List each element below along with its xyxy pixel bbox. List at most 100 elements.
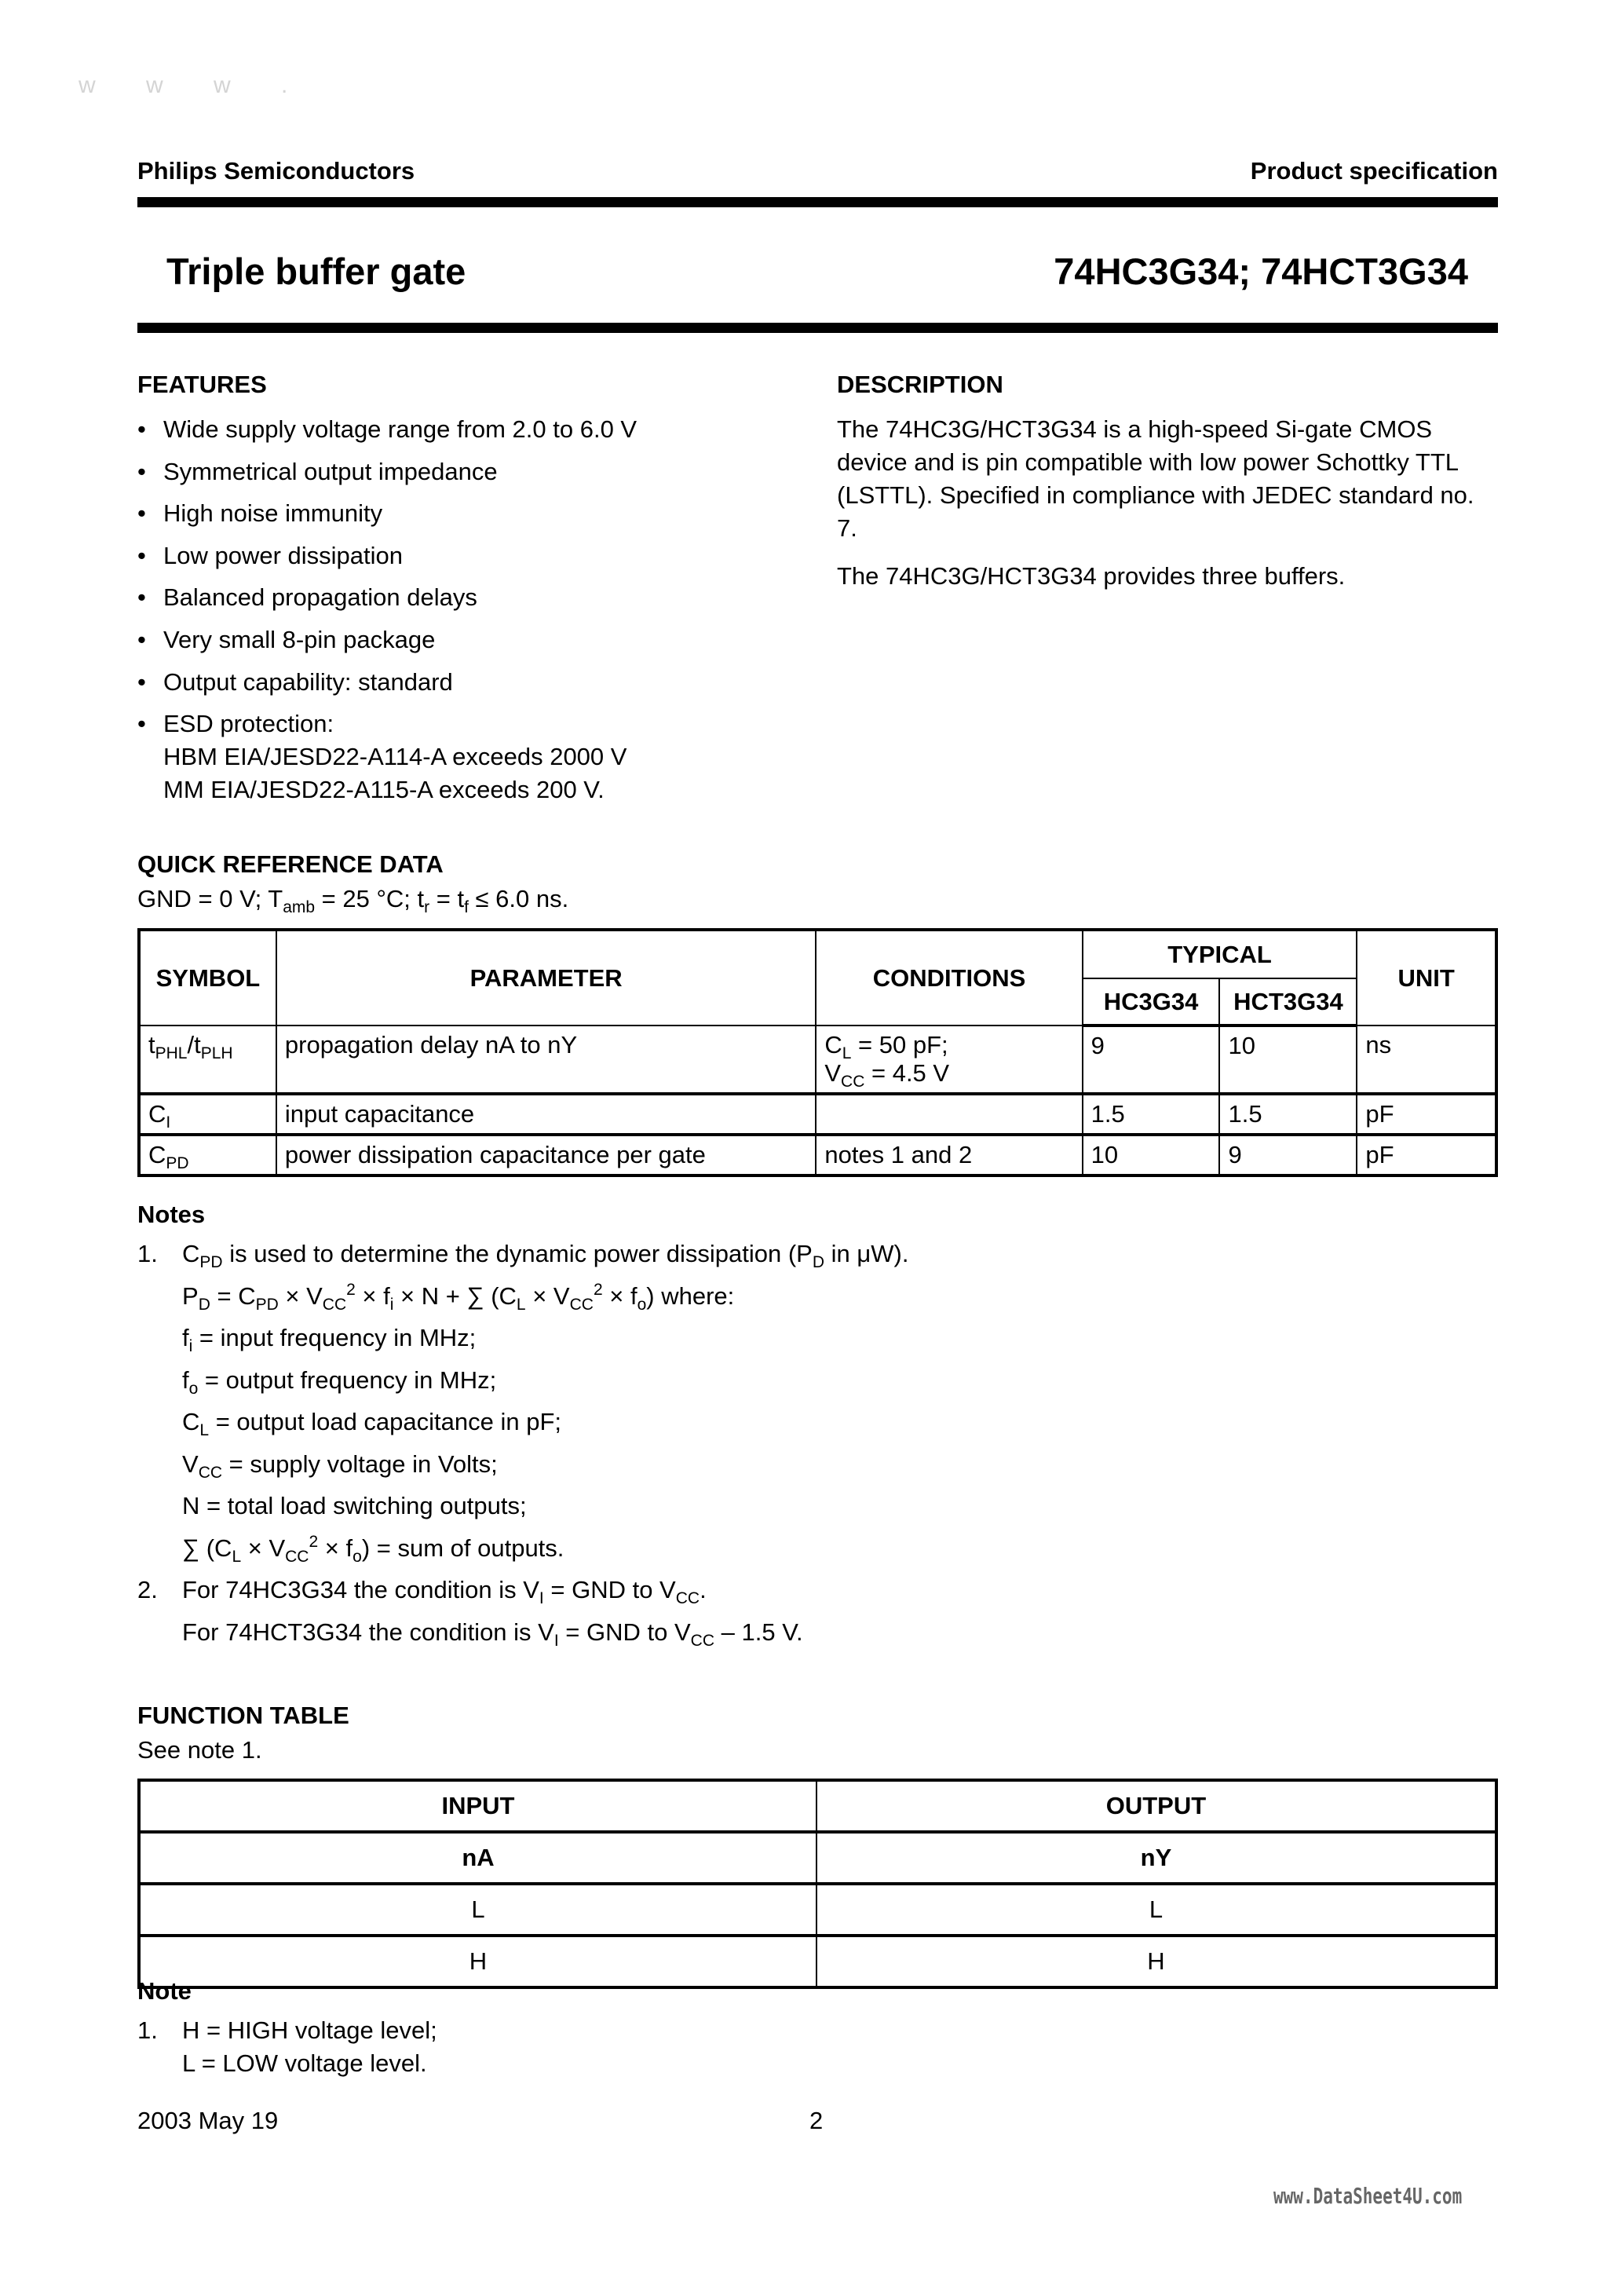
function-table-heading: FUNCTION TABLE xyxy=(137,1702,349,1729)
description-paragraph: The 74HC3G/HCT3G34 provides three buffer… xyxy=(837,562,1346,590)
cell-hct: 9 xyxy=(1218,1134,1358,1177)
function-table: INPUT OUTPUT nA nY L L H H xyxy=(137,1779,1498,1989)
qrd-conditions: GND = 0 V; Tamb = 25 °C; tr = tf ≤ 6.0 n… xyxy=(137,885,569,916)
cell-input: L xyxy=(138,1883,817,1937)
feature-text: Wide supply voltage range from 2.0 to 6.… xyxy=(163,415,637,443)
note-number: 1. xyxy=(137,2016,158,2044)
table-row: CPD power dissipation capacitance per ga… xyxy=(138,1134,1497,1177)
note-1-line: N = total load switching outputs; xyxy=(182,1492,527,1519)
table-row: tPHL/tPLH propagation delay nA to nY CL … xyxy=(138,1025,1497,1095)
col-symbol: SYMBOL xyxy=(138,929,277,1026)
doc-type: Product specification xyxy=(1250,157,1498,185)
esd-hbm: HBM EIA/JESD22-A114-A exceeds 2000 V xyxy=(163,743,627,771)
header-rule xyxy=(137,197,1498,207)
cell-parameter: propagation delay nA to nY xyxy=(275,1025,817,1095)
feature-text: Symmetrical output impedance xyxy=(163,457,498,485)
description-section: DESCRIPTION The 74HC3G/HCT3G34 is a high… xyxy=(837,371,1512,608)
feature-item: • Output capability: standard xyxy=(137,666,813,699)
notes-section: Notes 1. CPD is used to determine the dyn… xyxy=(137,1198,1472,1653)
feature-item: • ESD protection: HBM EIA/JESD22-A114-A e… xyxy=(137,707,813,806)
cell-conditions xyxy=(815,1093,1083,1136)
feature-item: • Balanced propagation delays xyxy=(137,581,813,614)
function-note-heading: Note xyxy=(137,1977,192,2005)
page-title: Triple buffer gate xyxy=(166,250,466,292)
feature-text: ESD protection: xyxy=(163,710,334,738)
quick-reference-table: SYMBOL PARAMETER CONDITIONS TYPICAL UNIT… xyxy=(137,928,1498,1177)
bullet-icon: • xyxy=(137,499,146,528)
bullet-icon: • xyxy=(137,625,146,653)
company-name: Philips Semiconductors xyxy=(137,157,415,185)
features-section: FEATURES • Wide supply voltage range from… xyxy=(137,371,813,816)
col-unit: UNIT xyxy=(1356,929,1497,1026)
cell-parameter: power dissipation capacitance per gate xyxy=(275,1134,817,1177)
esd-mm: MM EIA/JESD22-A115-A exceeds 200 V. xyxy=(163,776,605,804)
col-conditions: CONDITIONS xyxy=(815,929,1083,1026)
feature-text: Very small 8-pin package xyxy=(163,625,436,653)
bullet-icon: • xyxy=(137,710,146,738)
notes-heading: Notes xyxy=(137,1201,206,1228)
cell-parameter: input capacitance xyxy=(275,1093,817,1136)
cell-hc: 10 xyxy=(1081,1134,1221,1177)
cell-conditions: notes 1 and 2 xyxy=(815,1134,1083,1177)
feature-text: Output capability: standard xyxy=(163,667,453,696)
function-note-line: L = LOW voltage level. xyxy=(182,2049,427,2077)
function-note-section: Note 1. H = HIGH voltage level; L = LOW v… xyxy=(137,1975,1080,2080)
note-2-line: 2. For 74HC3G34 the condition is VI = GND… xyxy=(137,1569,1472,1611)
description-paragraph: The 74HC3G/HCT3G34 is a high-speed Si-ga… xyxy=(837,415,1474,542)
note-number: 1. xyxy=(137,1240,158,1267)
cell-unit: pF xyxy=(1356,1134,1497,1177)
feature-item: • High noise immunity xyxy=(137,497,813,530)
feature-item: • Low power dissipation xyxy=(137,539,813,572)
col-hc3g34: HC3G34 xyxy=(1081,978,1221,1027)
watermark-char: w xyxy=(146,72,163,98)
note-1-line: ∑ (CL × VCC2 × fo) = sum of outputs. xyxy=(182,1532,564,1566)
qrd-heading: QUICK REFERENCE DATA xyxy=(137,850,444,878)
part-numbers: 74HC3G34; 74HCT3G34 xyxy=(1054,250,1468,292)
cell-symbol: CI xyxy=(138,1093,277,1136)
table-row: L L xyxy=(138,1883,1498,1937)
col-na: nA xyxy=(138,1831,817,1885)
bullet-icon: • xyxy=(137,457,146,485)
cell-hct: 1.5 xyxy=(1218,1093,1358,1136)
note-2-line: For 74HCT3G34 the condition is VI = GND … xyxy=(182,1618,803,1650)
note-1-line: CL = output load capacitance in pF; xyxy=(182,1408,562,1439)
cell-hct: 10 xyxy=(1218,1025,1358,1095)
description-heading: DESCRIPTION xyxy=(837,371,1003,398)
col-input: INPUT xyxy=(138,1779,817,1834)
function-table-subtitle: See note 1. xyxy=(137,1736,262,1764)
cell-output: L xyxy=(815,1883,1498,1937)
col-hct3g34: HCT3G34 xyxy=(1218,978,1358,1027)
note-1-line: VCC = supply voltage in Volts; xyxy=(182,1450,498,1482)
cell-conditions: CL = 50 pF; VCC = 4.5 V xyxy=(815,1025,1083,1095)
title-rule xyxy=(137,323,1498,333)
bullet-icon: • xyxy=(137,541,146,569)
cell-unit: ns xyxy=(1356,1025,1497,1095)
note-1-formula: PD = CPD × VCC2 × fi × N + ∑ (CL × VCC2 … xyxy=(182,1280,735,1314)
page-number: 2 xyxy=(809,2107,824,2134)
watermark-bottom[interactable]: www.DataSheet4U.com xyxy=(1273,2183,1462,2209)
watermark-char: w xyxy=(214,72,231,98)
function-note-line: 1. H = HIGH voltage level; xyxy=(137,2014,1080,2047)
col-typical: TYPICAL xyxy=(1081,929,1358,979)
watermark-char: w xyxy=(79,72,96,98)
watermark-char: . xyxy=(281,72,288,98)
feature-item: • Wide supply voltage range from 2.0 to 6… xyxy=(137,413,813,446)
bullet-icon: • xyxy=(137,667,146,696)
cell-hc: 9 xyxy=(1081,1025,1221,1095)
note-1-line: fi = input frequency in MHz; xyxy=(182,1324,477,1355)
bullet-icon: • xyxy=(137,415,146,443)
table-row: CI input capacitance 1.5 1.5 pF xyxy=(138,1093,1497,1136)
feature-text: Low power dissipation xyxy=(163,541,404,569)
col-ny: nY xyxy=(815,1831,1498,1885)
note-1-line: 1. CPD is used to determine the dynamic p… xyxy=(137,1233,1472,1275)
note-1-line: fo = output frequency in MHz; xyxy=(182,1366,497,1398)
cell-unit: pF xyxy=(1356,1093,1497,1136)
cell-symbol: tPHL/tPLH xyxy=(138,1025,277,1095)
features-list: • Wide supply voltage range from 2.0 to 6… xyxy=(137,413,813,806)
cell-symbol: CPD xyxy=(138,1134,277,1177)
cell-hc: 1.5 xyxy=(1081,1093,1221,1136)
feature-item: • Very small 8-pin package xyxy=(137,623,813,656)
bullet-icon: • xyxy=(137,583,146,612)
feature-text: Balanced propagation delays xyxy=(163,583,477,612)
footer-date: 2003 May 19 xyxy=(137,2107,279,2134)
